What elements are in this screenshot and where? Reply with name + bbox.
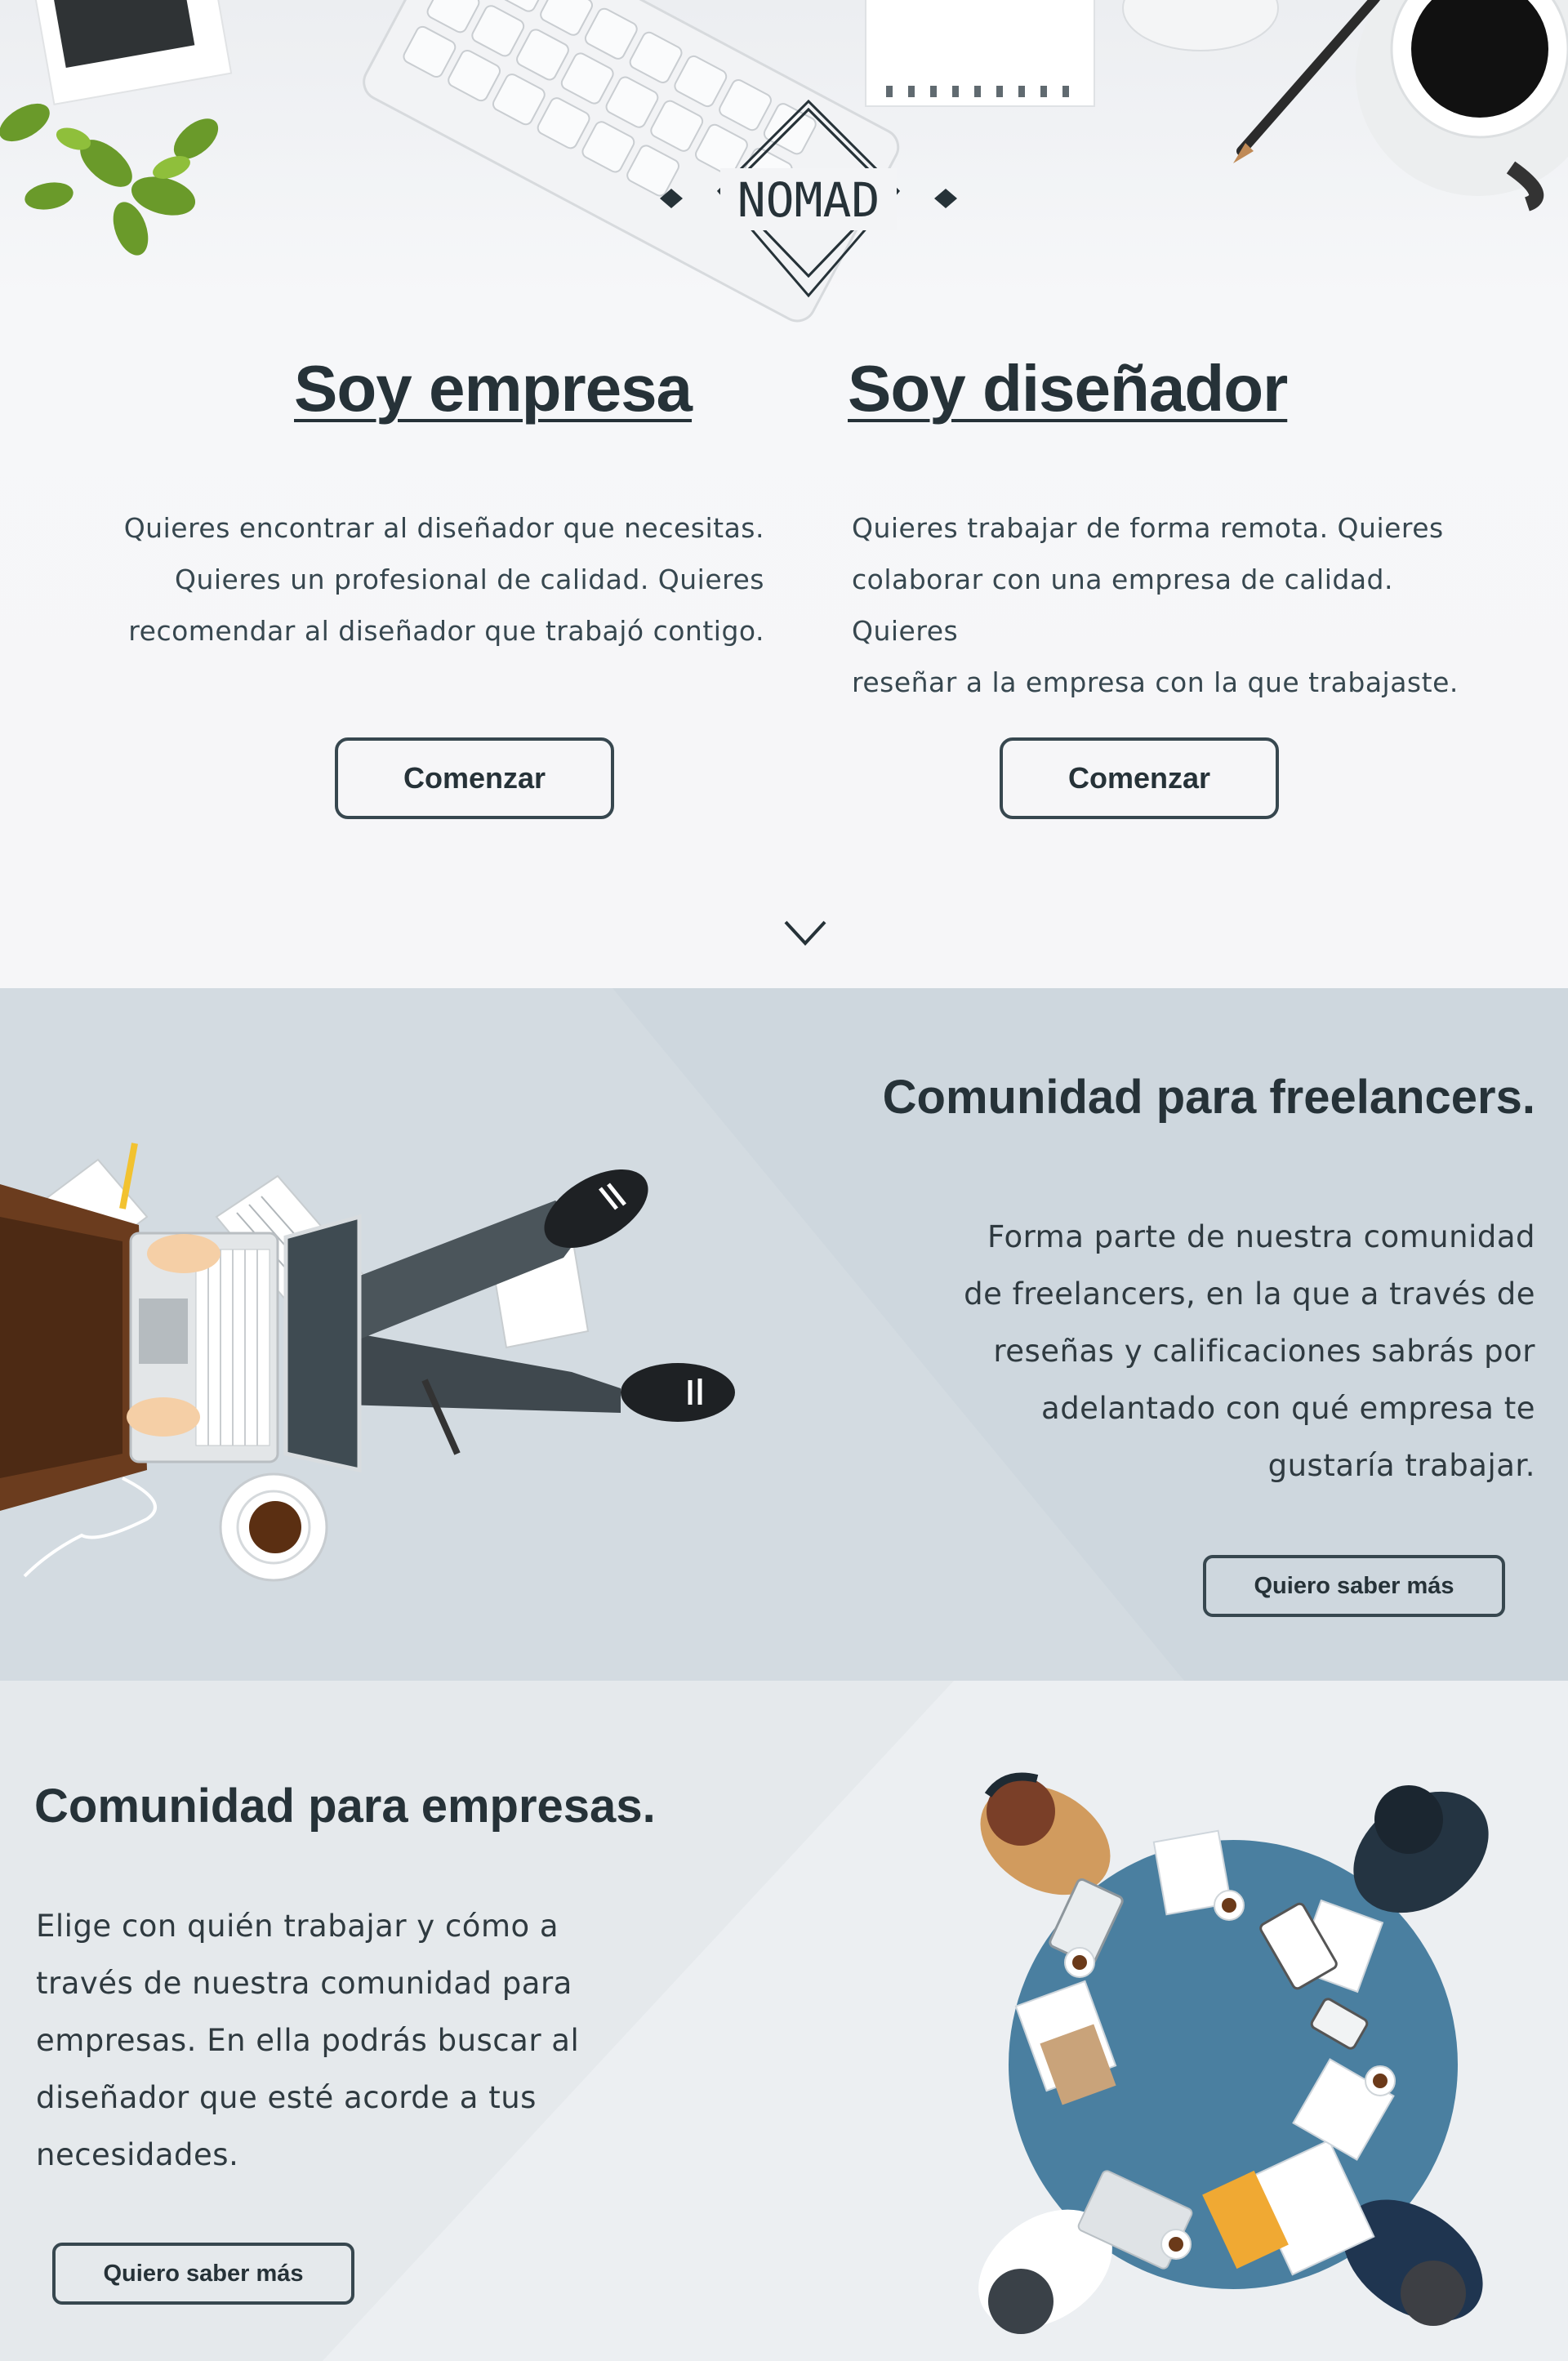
companies-description-line: empresas. En ella podrás buscar al [36, 2023, 580, 2058]
meeting-illustration [978, 1772, 1489, 2334]
freelancers-description-line: adelantado con qué empresa te [1041, 1391, 1535, 1426]
plant-image [0, 0, 233, 256]
designer-description: Quieres trabajar de forma remota. Quiere… [852, 502, 1505, 708]
freelancer-illustration [0, 1143, 735, 1582]
company-description-line: Quieres un profesional de calidad. Quier… [175, 564, 764, 595]
companies-description-line: diseñador que esté acorde a tus [36, 2080, 537, 2115]
company-description: Quieres encontrar al diseñador que neces… [111, 502, 764, 657]
companies-more-button[interactable]: Quiero saber más [52, 2243, 354, 2305]
hero-section: NOMAD Soy empresa Quieres encontrar al d… [0, 0, 1568, 988]
companies-description-line: Elige con quién trabajar y cómo a [36, 1909, 559, 1944]
coffee-cup-image [1356, 0, 1568, 212]
companies-description-line: través de nuestra comunidad para [36, 1966, 572, 2001]
freelancers-section: Comunidad para freelancers. Forma parte … [0, 988, 1568, 1681]
mouse-image [1122, 0, 1279, 51]
freelancers-description: Forma parte de nuestra comunidad de free… [915, 1209, 1535, 1495]
company-description-line: recomendar al diseñador que trabajó cont… [128, 615, 764, 647]
companies-title: Comunidad para empresas. [34, 1780, 656, 1833]
company-description-line: Quieres encontrar al diseñador que neces… [123, 512, 764, 544]
freelancers-description-line: de freelancers, en la que a través de [964, 1276, 1535, 1312]
designer-description-line: reseñar a la empresa con la que trabajas… [852, 666, 1459, 698]
nomad-logo[interactable]: NOMAD [653, 96, 964, 301]
freelancers-description-line: reseñas y calificaciones sabrás por [993, 1334, 1535, 1369]
designer-start-button[interactable]: Comenzar [1000, 737, 1279, 819]
designer-description-line: colaborar con una empresa de calidad. Qu… [852, 564, 1393, 647]
companies-section: Comunidad para empresas. Elige con quién… [0, 1681, 1568, 2361]
freelancers-more-button[interactable]: Quiero saber más [1203, 1555, 1505, 1617]
logo-text: NOMAD [737, 172, 880, 228]
notepad-image [865, 0, 1095, 107]
freelancers-title: Comunidad para freelancers. [882, 1071, 1535, 1124]
freelancers-description-line: Forma parte de nuestra comunidad [987, 1219, 1535, 1254]
companies-description-line: necesidades. [36, 2137, 239, 2172]
logo-mark: NOMAD [660, 99, 957, 298]
companies-description: Elige con quién trabajar y cómo a través… [36, 1898, 657, 2184]
freelancers-description-line: gustaría trabajar. [1267, 1448, 1535, 1483]
company-title[interactable]: Soy empresa [294, 351, 693, 426]
company-start-button[interactable]: Comenzar [335, 737, 614, 819]
designer-description-line: Quieres trabajar de forma remota. Quiere… [852, 512, 1444, 544]
designer-title[interactable]: Soy diseñador [848, 351, 1288, 426]
chevron-down-icon[interactable] [782, 919, 828, 947]
